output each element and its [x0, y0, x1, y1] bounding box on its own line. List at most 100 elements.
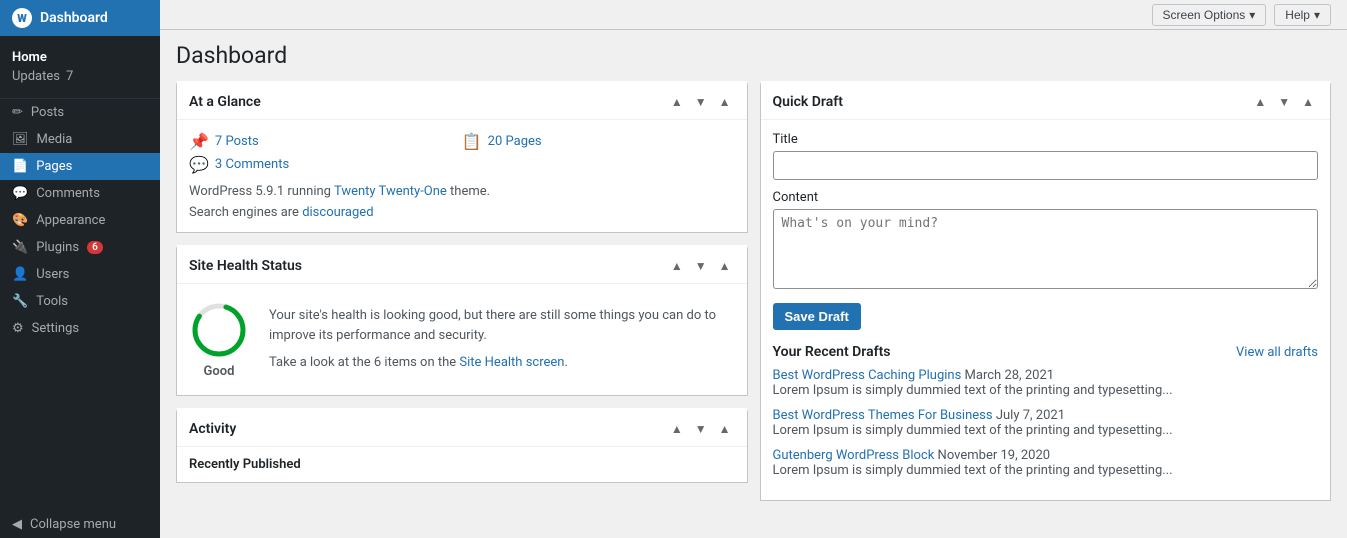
activity-close[interactable]: ▲	[715, 420, 735, 438]
title-label: Title	[773, 132, 1319, 147]
quick-draft-widget: Quick Draft ▲ ▼ ▲ Title Content Save Dra…	[760, 81, 1332, 501]
site-health-close[interactable]: ▲	[715, 257, 735, 275]
sidebar-item-tools[interactable]: 🔧 Tools	[0, 288, 160, 315]
screen-options-label: Screen Options	[1163, 8, 1246, 22]
sidebar: W Dashboard Home Updates 7 ✏ Posts 🖼 Med…	[0, 0, 160, 538]
updates-badge: 7	[66, 69, 73, 84]
sidebar-item-pages[interactable]: 📄 Pages All Pages Add New	[0, 153, 160, 180]
sidebar-title: Dashboard	[40, 10, 108, 26]
site-health-title: Site Health Status	[189, 258, 302, 274]
sidebar-item-label: Pages	[36, 159, 72, 174]
sidebar-item-label: Settings	[32, 321, 79, 336]
discouraged-prefix: Search engines are	[189, 205, 302, 220]
screen-options-button[interactable]: Screen Options ▾	[1152, 4, 1267, 26]
at-a-glance-header: At a Glance ▲ ▼ ▲	[177, 85, 747, 120]
recent-drafts-header: Your Recent Drafts View all drafts	[773, 344, 1319, 360]
sidebar-item-comments[interactable]: 💬 Comments	[0, 180, 160, 207]
sidebar-item-plugins[interactable]: 🔌 Plugins 6	[0, 234, 160, 261]
at-a-glance-body: 📌 7 Posts 📋 20 Pages 💬 3 Comments	[177, 120, 747, 232]
topbar: Screen Options ▾ Help ▾	[160, 0, 1347, 30]
view-all-drafts-link[interactable]: View all drafts	[1236, 345, 1318, 360]
settings-icon: ⚙	[12, 321, 24, 336]
page-icon: 📋	[462, 132, 482, 151]
site-health-up[interactable]: ▲	[667, 257, 687, 275]
draft-title-0[interactable]: Best WordPress Caching Plugins	[773, 368, 962, 383]
theme-link[interactable]: Twenty Twenty-One	[334, 184, 447, 199]
sidebar-item-label: Posts	[31, 105, 64, 120]
draft-title-2[interactable]: Gutenberg WordPress Block	[773, 448, 935, 463]
at-a-glance-collapse-down[interactable]: ▼	[691, 93, 711, 111]
wp-version-text: WordPress 5.9.1 running	[189, 184, 334, 199]
right-column: Quick Draft ▲ ▼ ▲ Title Content Save Dra…	[760, 81, 1332, 526]
health-status-label: Good	[204, 364, 235, 379]
page-title: Dashboard	[176, 42, 1331, 69]
draft-excerpt-2: Lorem Ipsum is simply dummied text of th…	[773, 463, 1319, 478]
home-section: Home Updates 7	[0, 36, 160, 99]
help-chevron-icon: ▾	[1314, 8, 1320, 22]
sidebar-item-media[interactable]: 🖼 Media	[0, 126, 160, 153]
wp-version: WordPress 5.9.1 running Twenty Twenty-On…	[189, 184, 735, 199]
sidebar-item-label: Users	[36, 267, 69, 282]
activity-body: Recently Published	[177, 447, 747, 482]
recent-drafts-title: Your Recent Drafts	[773, 344, 891, 360]
posts-stat: 📌 7 Posts	[189, 132, 462, 151]
activity-down[interactable]: ▼	[691, 420, 711, 438]
theme-suffix: theme.	[447, 184, 490, 199]
left-column: At a Glance ▲ ▼ ▲ 📌 7 Posts	[176, 81, 748, 526]
at-a-glance-collapse-up[interactable]: ▲	[667, 93, 687, 111]
draft-item-0: Best WordPress Caching Plugins March 28,…	[773, 368, 1319, 398]
sidebar-item-users[interactable]: 👤 Users	[0, 261, 160, 288]
quick-draft-close[interactable]: ▲	[1298, 93, 1318, 111]
at-a-glance-title: At a Glance	[189, 94, 261, 110]
health-items-text: Take a look at the 6 items on the Site H…	[269, 353, 735, 373]
draft-title-1[interactable]: Best WordPress Themes For Business	[773, 408, 993, 423]
site-health-controls: ▲ ▼ ▲	[667, 257, 735, 275]
draft-item-1: Best WordPress Themes For Business July …	[773, 408, 1319, 438]
health-circle-container: Good	[189, 300, 249, 379]
comments-icon: 💬	[12, 186, 28, 201]
recently-published-label: Recently Published	[189, 457, 301, 472]
comments-count-link[interactable]: 3 Comments	[215, 157, 289, 172]
sidebar-collapse[interactable]: ◀ Collapse menu	[0, 511, 160, 538]
activity-up[interactable]: ▲	[667, 420, 687, 438]
draft-date-2: November 19, 2020	[938, 448, 1051, 463]
sidebar-item-label: Collapse menu	[30, 517, 116, 532]
quick-draft-down[interactable]: ▼	[1274, 93, 1294, 111]
posts-count-link[interactable]: 7 Posts	[215, 134, 259, 149]
sidebar-item-appearance[interactable]: 🎨 Appearance	[0, 207, 160, 234]
media-icon: 🖼	[12, 132, 29, 147]
content-area: Dashboard At a Glance ▲ ▼ ▲	[160, 30, 1347, 538]
users-icon: 👤	[12, 267, 28, 282]
sidebar-item-settings[interactable]: ⚙ Settings	[0, 315, 160, 342]
updates-item[interactable]: Updates 7	[0, 67, 160, 90]
help-button[interactable]: Help ▾	[1274, 4, 1331, 26]
quick-draft-title: Quick Draft	[773, 94, 843, 110]
comments-stat: 💬 3 Comments	[189, 155, 462, 174]
at-a-glance-close[interactable]: ▲	[715, 93, 735, 111]
draft-date-0: March 28, 2021	[965, 368, 1055, 383]
site-health-header: Site Health Status ▲ ▼ ▲	[177, 249, 747, 284]
posts-icon: ✏	[12, 105, 23, 120]
sidebar-header: W Dashboard	[0, 0, 160, 36]
content-textarea[interactable]	[773, 209, 1319, 289]
at-a-glance-controls: ▲ ▼ ▲	[667, 93, 735, 111]
quick-draft-body: Title Content Save Draft Your Recent Dra…	[761, 120, 1331, 500]
sidebar-item-label: Tools	[36, 294, 68, 309]
save-draft-button[interactable]: Save Draft	[773, 303, 861, 330]
activity-header: Activity ▲ ▼ ▲	[177, 412, 747, 447]
activity-controls: ▲ ▼ ▲	[667, 420, 735, 438]
home-label[interactable]: Home	[0, 44, 160, 67]
pages-count-link[interactable]: 20 Pages	[488, 134, 542, 149]
drafts-list: Best WordPress Caching Plugins March 28,…	[773, 368, 1319, 478]
sidebar-item-posts[interactable]: ✏ Posts	[0, 99, 160, 126]
title-input[interactable]	[773, 151, 1319, 180]
sidebar-item-label: Appearance	[36, 213, 105, 228]
glance-stats: 📌 7 Posts 📋 20 Pages 💬 3 Comments	[189, 132, 735, 174]
site-health-link[interactable]: Site Health screen	[459, 355, 564, 370]
site-health-down[interactable]: ▼	[691, 257, 711, 275]
discouraged-link[interactable]: discouraged	[302, 205, 373, 220]
wp-logo-icon: W	[12, 8, 32, 28]
quick-draft-up[interactable]: ▲	[1250, 93, 1270, 111]
pages-icon: 📄	[12, 159, 28, 174]
plugins-badge: 6	[87, 241, 103, 254]
